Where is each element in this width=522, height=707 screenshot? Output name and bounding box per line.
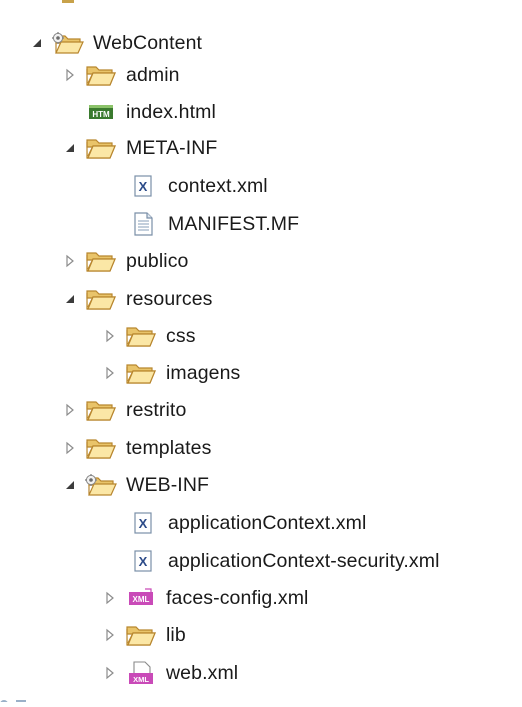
scrolled-row-remnant [62, 0, 74, 3]
collapse-twisty-icon[interactable] [63, 478, 77, 492]
tree-item-faces-config-xml[interactable]: faces-config.xml [103, 580, 308, 616]
expand-twisty-icon[interactable] [63, 403, 77, 417]
expand-twisty-icon[interactable] [103, 329, 117, 343]
tree-item-web-inf[interactable]: WEB-INF [63, 467, 209, 503]
tree-item-label: admin [126, 63, 180, 86]
tree-item-label: imagens [166, 361, 241, 384]
tree-item-label: applicationContext-security.xml [168, 549, 440, 572]
tree-item-label: index.html [126, 100, 216, 123]
tree-item-application-context-xml[interactable]: applicationContext.xml [127, 505, 366, 541]
tree-item-label: lib [166, 623, 186, 646]
tree-item-lib[interactable]: lib [103, 617, 186, 653]
collapse-twisty-icon[interactable] [63, 292, 77, 306]
tree-item-label: templates [126, 436, 212, 459]
folder-icon [85, 135, 117, 161]
collapse-twisty-icon[interactable] [63, 141, 77, 155]
folder-icon [125, 360, 157, 386]
project-folder-icon [85, 472, 117, 498]
tree-item-label: publico [126, 249, 189, 272]
tree-item-publico[interactable]: publico [63, 243, 189, 279]
next-row-remnant [0, 689, 30, 707]
collapse-twisty-icon[interactable] [30, 36, 44, 50]
project-folder-icon [52, 30, 84, 56]
tree-item-label: css [166, 324, 196, 347]
tree-item-application-context-security-xml[interactable]: applicationContext-security.xml [127, 543, 440, 579]
expand-twisty-icon[interactable] [63, 254, 77, 268]
folder-icon [85, 435, 117, 461]
tree-item-label: WEB-INF [126, 473, 210, 496]
tree-item-templates[interactable]: templates [63, 430, 211, 466]
tree-item-label: MANIFEST.MF [168, 212, 300, 235]
tree-item-meta-inf[interactable]: META-INF [63, 130, 217, 166]
tree-item-imagens[interactable]: imagens [103, 355, 240, 391]
xml-editor-file-icon [125, 585, 157, 611]
expand-twisty-icon[interactable] [63, 441, 77, 455]
tree-item-manifest-mf[interactable]: MANIFEST.MF [127, 206, 299, 242]
tree-item-label: faces-config.xml [166, 586, 309, 609]
folder-icon [85, 248, 117, 274]
folder-icon [85, 286, 117, 312]
tree-item-css[interactable]: css [103, 318, 196, 354]
expand-twisty-icon[interactable] [103, 628, 117, 642]
tree-item-index-html[interactable]: index.html [85, 94, 216, 130]
tree-item-label: META-INF [126, 136, 218, 159]
xml-file-icon [127, 510, 159, 536]
tree-item-label: restrito [126, 398, 187, 421]
folder-icon [125, 622, 157, 648]
tree-item-label: resources [126, 287, 213, 310]
tree-item-restrito[interactable]: restrito [63, 392, 186, 428]
tree-item-web-xml[interactable]: web.xml [103, 655, 238, 691]
tree-item-label: web.xml [166, 661, 239, 684]
html-file-icon [85, 99, 117, 125]
xml-file-icon [127, 173, 159, 199]
folder-icon [85, 397, 117, 423]
tree-item-webcontent[interactable]: WebContent [30, 25, 202, 61]
project-explorer-tree: WebContent admin index.html META-INF con… [0, 0, 522, 707]
tree-item-context-xml[interactable]: context.xml [127, 168, 268, 204]
folder-icon [125, 323, 157, 349]
folder-icon [85, 62, 117, 88]
expand-twisty-icon[interactable] [103, 591, 117, 605]
text-file-icon [127, 211, 159, 237]
web-xml-file-icon [125, 660, 157, 686]
expand-twisty-icon[interactable] [103, 366, 117, 380]
tree-item-admin[interactable]: admin [63, 57, 180, 93]
tree-item-label: WebContent [93, 31, 203, 54]
expand-twisty-icon[interactable] [63, 68, 77, 82]
tree-item-resources[interactable]: resources [63, 281, 213, 317]
expand-twisty-icon[interactable] [103, 666, 117, 680]
tree-item-label: context.xml [168, 174, 268, 197]
tree-item-label: applicationContext.xml [168, 511, 367, 534]
xml-file-icon [127, 548, 159, 574]
